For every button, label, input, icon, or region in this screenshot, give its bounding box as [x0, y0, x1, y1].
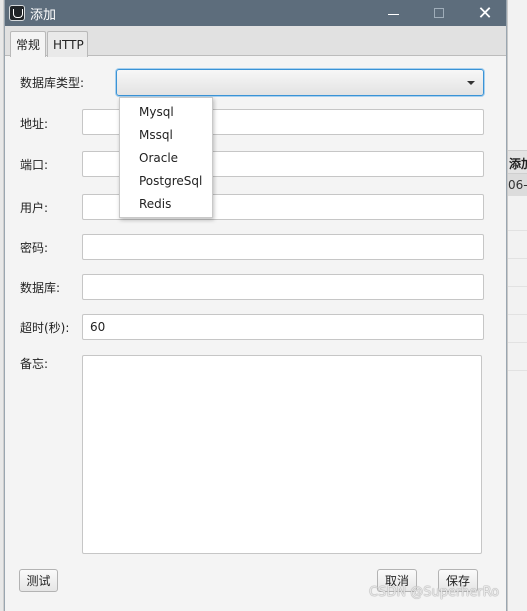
dropdown-option-postgresql[interactable]: PostgreSql	[139, 174, 202, 188]
dropdown-option-mssql[interactable]: Mssql	[139, 128, 173, 142]
dropdown-option-mysql[interactable]: Mysql	[139, 105, 174, 119]
minimize-icon	[387, 13, 399, 15]
user-label: 用户:	[20, 201, 49, 215]
maximize-button[interactable]	[419, 0, 459, 26]
database-label: 数据库:	[20, 281, 61, 295]
notes-textarea[interactable]	[82, 355, 482, 554]
test-button[interactable]: 测试	[19, 569, 58, 592]
app-logo-icon	[9, 5, 25, 21]
background-row-divider	[508, 286, 527, 287]
minimize-button[interactable]	[373, 0, 413, 26]
password-label: 密码:	[20, 241, 49, 255]
maximize-icon	[434, 8, 444, 18]
tab-label: 常规	[16, 38, 41, 52]
db-type-label: 数据库类型:	[20, 76, 85, 90]
background-row-divider	[508, 230, 527, 231]
notes-label: 备忘:	[20, 357, 49, 371]
tab-general[interactable]: 常规	[10, 31, 46, 57]
tab-http[interactable]: HTTP	[47, 31, 88, 57]
title-bar[interactable]: 添加 ✕	[5, 0, 506, 26]
database-input[interactable]	[82, 274, 484, 300]
timeout-label: 超时(秒):	[20, 321, 70, 335]
tab-bar: 常规 HTTP	[5, 26, 506, 57]
dropdown-option-redis[interactable]: Redis	[139, 197, 171, 211]
background-table-cell: 06-1	[508, 174, 527, 196]
background-row-divider	[508, 258, 527, 259]
db-type-dropdown-list: Mysql Mssql Oracle PostgreSql Redis	[119, 97, 213, 218]
background-row-divider	[508, 370, 527, 371]
timeout-input[interactable]	[82, 314, 484, 340]
background-app: 添加 06-1	[507, 0, 527, 611]
background-row-divider	[508, 342, 527, 343]
tab-label: HTTP	[53, 37, 84, 52]
window-title: 添加	[30, 8, 57, 23]
background-column-header: 添加	[509, 157, 527, 171]
port-label: 端口:	[20, 158, 49, 172]
address-label: 地址:	[20, 117, 49, 131]
background-table-header: 添加	[508, 150, 527, 174]
csdn-watermark: CSDN @SuperherRo	[369, 585, 500, 600]
chevron-down-icon	[467, 81, 475, 85]
background-cell-text: 06-1	[508, 178, 527, 192]
dropdown-option-oracle[interactable]: Oracle	[139, 151, 178, 165]
background-row-divider	[508, 314, 527, 315]
password-input[interactable]	[82, 234, 484, 260]
add-connection-dialog: 添加 ✕ 常规 HTTP 数据库类型: 地址: 端口: 用户: 密码: 数据库:…	[4, 0, 507, 611]
test-button-label: 测试	[26, 574, 51, 588]
db-type-select[interactable]	[116, 69, 484, 96]
close-button[interactable]: ✕	[465, 0, 505, 26]
close-icon: ✕	[477, 2, 493, 24]
